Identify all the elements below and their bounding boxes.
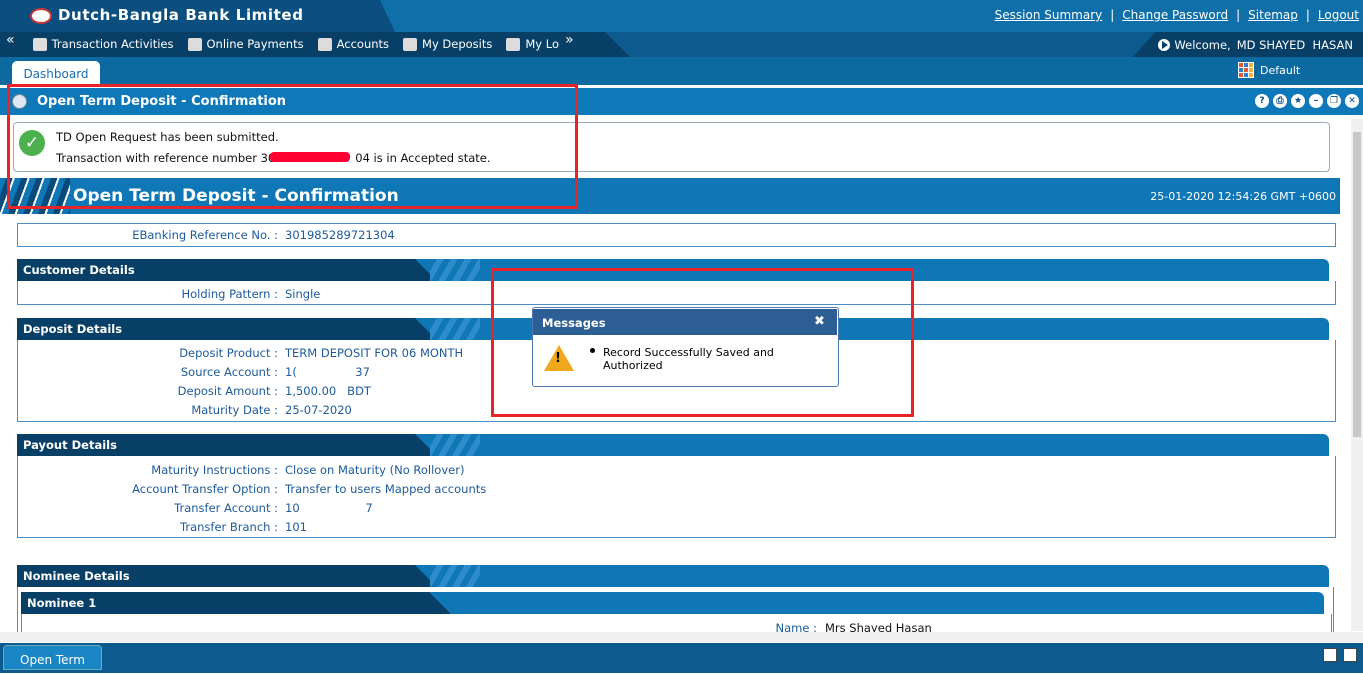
- link-separator: |: [1236, 8, 1241, 22]
- transaction-icon: [32, 37, 47, 51]
- bottom-tab-open-term[interactable]: Open Term: [3, 645, 102, 670]
- payments-icon: [187, 37, 202, 51]
- nav-next-button[interactable]: »: [565, 32, 574, 48]
- payout-section-title: Payout Details: [23, 438, 117, 452]
- sitemap-link[interactable]: Sitemap: [1248, 8, 1298, 22]
- nav-item-label: Transaction Activities: [51, 37, 174, 51]
- session-summary-link[interactable]: Session Summary: [995, 8, 1103, 22]
- transfer-account-value: 10 7: [285, 501, 373, 515]
- nav-item-my-loans[interactable]: My Lo: [506, 37, 559, 51]
- horizontal-scrollbar[interactable]: [0, 632, 1363, 642]
- maturity-instructions-value: Close on Maturity (No Rollover): [285, 463, 465, 477]
- annotation-box-confirmation: [7, 84, 578, 209]
- transfer-option-label: Account Transfer Option :: [132, 482, 278, 496]
- deposit-section-stripe: [430, 318, 480, 340]
- customer-section-stripe: [430, 259, 480, 281]
- nominee1-title: Nominee 1: [27, 596, 97, 610]
- change-password-link[interactable]: Change Password: [1122, 8, 1228, 22]
- help-icon[interactable]: ?: [1255, 94, 1269, 108]
- transfer-account-label: Transfer Account :: [174, 501, 278, 515]
- welcome-text: Welcome, MD SHAYED HASAN: [1158, 38, 1353, 52]
- tab-dashboard[interactable]: Dashboard: [12, 61, 100, 85]
- bottom-taskbar: [0, 643, 1363, 673]
- deposit-product-value: TERM DEPOSIT FOR 06 MONTH: [285, 346, 464, 360]
- tab-bar: [0, 57, 1363, 85]
- play-icon[interactable]: [1158, 39, 1171, 51]
- maturity-date-label: Maturity Date :: [191, 403, 278, 417]
- calculator-icon[interactable]: [1323, 648, 1337, 662]
- source-account-value: 1( 37: [285, 365, 370, 379]
- close-icon[interactable]: ✕: [1345, 94, 1359, 108]
- ebanking-ref-value: 301985289721304: [285, 228, 395, 242]
- deposit-amount-label: Deposit Amount :: [177, 384, 278, 398]
- welcome-prefix: Welcome,: [1174, 38, 1231, 52]
- print-icon[interactable]: ⎙: [1273, 94, 1287, 108]
- main-nav: « Transaction Activities Online Payments…: [6, 32, 588, 51]
- annotation-box-message: [491, 268, 914, 417]
- nav-prev-button[interactable]: «: [6, 32, 15, 48]
- nominee-section-title: Nominee Details: [23, 569, 130, 583]
- ebanking-ref-label: EBanking Reference No. :: [132, 228, 278, 242]
- nav-item-label: Online Payments: [206, 37, 304, 51]
- holding-pattern-label: Holding Pattern :: [181, 287, 278, 301]
- bottom-icons: [1323, 648, 1357, 662]
- bank-name: Dutch-Bangla Bank Limited: [58, 6, 304, 24]
- loan-bag-icon: [506, 37, 521, 51]
- layout-selector[interactable]: Default: [1238, 62, 1300, 78]
- nav-item-transaction-activities[interactable]: Transaction Activities: [32, 37, 174, 51]
- maturity-date-value: 25-07-2020: [285, 403, 352, 417]
- nav-item-label: Accounts: [336, 37, 390, 51]
- nav-item-my-deposits[interactable]: My Deposits: [403, 37, 492, 51]
- page-datetime: 25-01-2020 12:54:26 GMT +0600: [1150, 190, 1336, 203]
- accounts-icon: [317, 37, 332, 51]
- deposit-amount-value: 1,500.00 BDT: [285, 384, 371, 398]
- link-separator: |: [1110, 8, 1115, 22]
- nominee-section-stripe: [430, 565, 480, 587]
- vertical-scrollbar-thumb[interactable]: [1353, 132, 1361, 437]
- logout-link[interactable]: Logout: [1318, 8, 1359, 22]
- holding-pattern-value: Single: [285, 287, 321, 301]
- nav-item-label: My Deposits: [422, 37, 493, 51]
- deposit-bag-icon: [403, 37, 418, 51]
- layout-grid-icon: [1238, 62, 1254, 78]
- deposit-product-label: Deposit Product :: [179, 346, 278, 360]
- nav-item-label: My Lo: [525, 37, 559, 51]
- customer-section-title: Customer Details: [23, 263, 135, 277]
- transfer-branch-label: Transfer Branch :: [180, 520, 278, 534]
- maturity-instructions-label: Maturity Instructions :: [151, 463, 278, 477]
- layout-label: Default: [1260, 63, 1301, 77]
- deposit-section-title: Deposit Details: [23, 322, 123, 336]
- nav-item-accounts[interactable]: Accounts: [317, 37, 390, 51]
- grid-icon[interactable]: [1343, 648, 1357, 662]
- minimize-icon[interactable]: –: [1309, 94, 1323, 108]
- restore-icon[interactable]: ❐: [1327, 94, 1341, 108]
- payout-section-stripe: [430, 434, 480, 456]
- favorite-star-icon[interactable]: ★: [1291, 94, 1305, 108]
- bank-logo-icon: [30, 8, 52, 24]
- transfer-option-value: Transfer to users Mapped accounts: [285, 482, 487, 496]
- nav-item-online-payments[interactable]: Online Payments: [187, 37, 304, 51]
- link-separator: |: [1305, 8, 1310, 22]
- transfer-branch-value: 101: [285, 520, 307, 534]
- portlet-controls: ? ⎙ ★ – ❐ ✕: [1255, 94, 1359, 108]
- source-account-label: Source Account :: [180, 365, 278, 379]
- top-links: Session Summary | Change Password | Site…: [995, 8, 1359, 22]
- user-name: MD SHAYED HASAN: [1236, 38, 1353, 52]
